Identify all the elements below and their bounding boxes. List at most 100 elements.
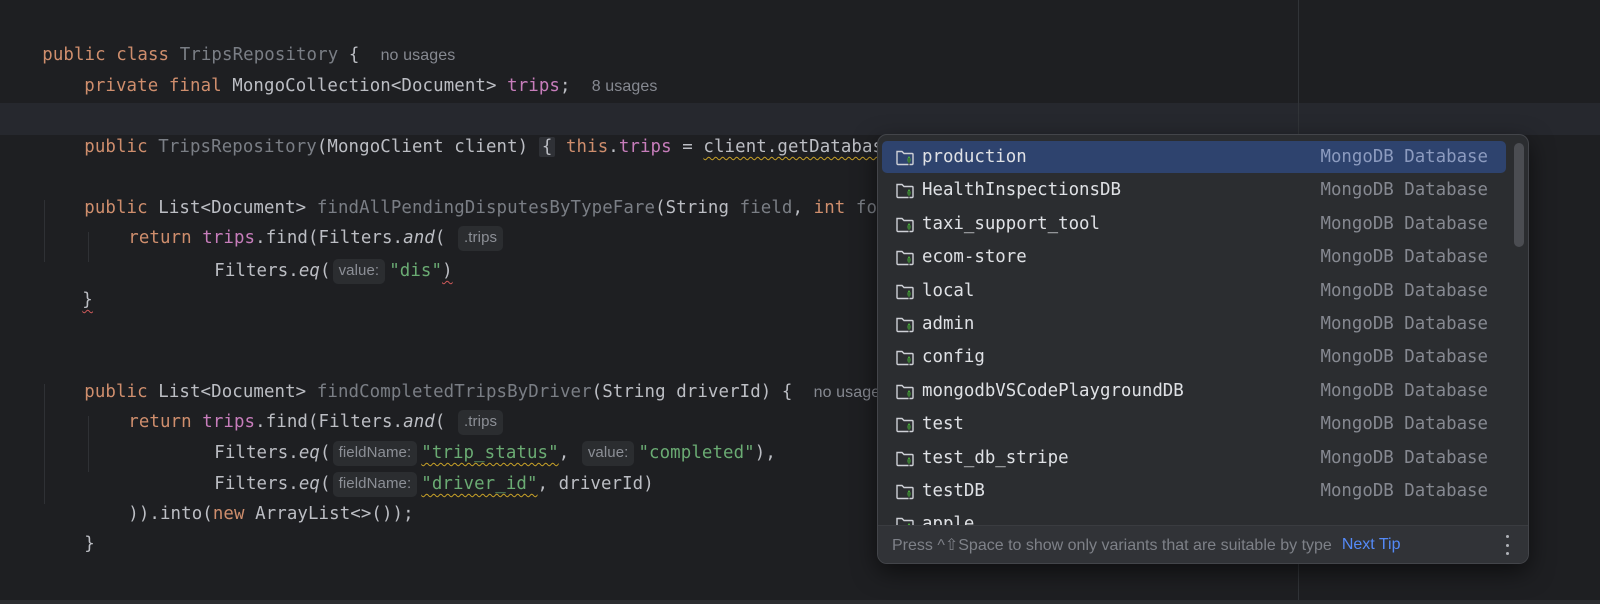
code-line-method2-filter2[interactable]: Filters.eq(fieldName: "driver_id", driver… — [172, 442, 654, 497]
completion-item-name: admin — [922, 314, 975, 334]
mongodb-database-icon — [894, 179, 916, 201]
keyword: new — [212, 504, 245, 524]
next-tip-link[interactable]: Next Tip — [1342, 536, 1401, 554]
usage-hint[interactable]: 8 usages — [592, 78, 658, 95]
completion-item[interactable]: HealthInspectionsDB MongoDB Database — [882, 174, 1506, 206]
completion-tip-text: Press ^⇧Space to show only variants that… — [892, 536, 1332, 554]
error-marker[interactable]: ) — [442, 261, 453, 281]
code-line-method2-into[interactable]: )).into(new ArrayList<>()); — [86, 472, 414, 524]
method-call: client.getDatabase — [703, 137, 894, 157]
keyword: this — [565, 137, 609, 157]
paren: ), — [754, 443, 776, 463]
string-literal: "dis" — [389, 261, 443, 281]
brace: } — [82, 290, 93, 310]
completion-item[interactable]: test_db_stripe MongoDB Database — [882, 442, 1506, 474]
mongodb-database-icon — [894, 146, 916, 168]
parameter-list: (String driverId) { — [591, 382, 793, 402]
string-literal: "completed" — [638, 443, 755, 463]
code-line-method2-close[interactable]: } — [42, 502, 95, 554]
operator: = — [671, 137, 704, 157]
field-name: trips — [618, 137, 672, 157]
static-method: eq — [298, 261, 320, 281]
completion-item[interactable]: mongodbVSCodePlaygroundDB MongoDB Databas… — [882, 375, 1506, 407]
code-line-field-decl[interactable]: private final MongoCollection<Document> … — [42, 44, 657, 96]
keyword: private — [84, 76, 159, 96]
completion-item-name: config — [922, 347, 985, 368]
code-line-constructor[interactable]: public TripsRepository(MongoClient clien… — [42, 105, 1279, 160]
code-line-method2-filter1[interactable]: Filters.eq(fieldName: "trip_status", valu… — [172, 411, 776, 466]
completion-item[interactable]: admin MongoDB Database — [882, 308, 1506, 340]
folded-brace[interactable]: { — [538, 137, 556, 157]
mongodb-database-icon — [894, 313, 916, 335]
completion-item-name: production — [922, 147, 1027, 167]
completion-item-name: test — [922, 414, 964, 435]
completion-scrollbar[interactable] — [1514, 143, 1524, 247]
completion-item[interactable]: production MongoDB Database — [882, 141, 1506, 173]
completion-item-name: test_db_stripe — [922, 447, 1069, 468]
class-ref: Filters. — [214, 261, 299, 281]
completion-item[interactable]: taxi_support_tool MongoDB Database — [882, 208, 1506, 240]
completion-footer: Press ^⇧Space to show only variants that… — [878, 525, 1528, 563]
more-options-icon[interactable] — [1504, 535, 1510, 555]
constructor-call: ArrayList<>()); — [244, 504, 414, 524]
mongodb-database-icon — [894, 413, 916, 435]
completion-item-name: HealthInspectionsDB — [922, 180, 1121, 201]
keyword: final — [168, 76, 222, 96]
completion-item-type: MongoDB Database — [1320, 147, 1488, 167]
keyword: int — [813, 198, 846, 218]
completion-item-name: local — [922, 280, 975, 301]
constructor-name: TripsRepository — [158, 137, 317, 157]
completion-item-type: MongoDB Database — [1320, 280, 1488, 301]
code-completion-popup[interactable]: production MongoDB Database HealthInspecti… — [877, 134, 1529, 564]
brace: } — [84, 534, 95, 554]
mongodb-database-icon — [894, 246, 916, 268]
code-line-method1-signature[interactable]: public List<Document> findAllPendingDisp… — [42, 166, 898, 218]
argument: , driverId) — [537, 474, 654, 494]
completion-item[interactable]: test MongoDB Database — [882, 408, 1506, 440]
parameter-type: (String — [655, 198, 740, 218]
chain-type-hint: .trips — [458, 226, 504, 251]
completion-item-name: ecom-store — [922, 247, 1027, 268]
mongodb-database-icon — [894, 346, 916, 368]
code-line-method2-return[interactable]: return trips.find(Filters.and( .trips — [86, 380, 507, 435]
completion-item-type: MongoDB Database — [1320, 213, 1488, 234]
completion-item-type: MongoDB Database — [1320, 247, 1488, 268]
mongodb-database-icon — [894, 213, 916, 235]
completion-item-type: MongoDB Database — [1320, 380, 1488, 401]
code-line-class-decl[interactable]: public class TripsRepository { no usages — [0, 13, 455, 65]
string-literal: "driver_id" — [421, 474, 538, 494]
code-line-method2-signature[interactable]: public List<Document> findCompletedTrips… — [42, 350, 888, 402]
completion-item-type: MongoDB Database — [1320, 414, 1488, 435]
mongodb-database-icon — [894, 280, 916, 302]
completion-item-name: taxi_support_tool — [922, 213, 1100, 234]
completion-item-name: testDB — [922, 481, 985, 501]
completion-item-type: MongoDB Database — [1320, 180, 1488, 201]
keyword: public — [84, 137, 148, 157]
code-line-method1-close[interactable]: } — [40, 258, 93, 310]
editor-bottom-border — [0, 600, 1600, 604]
completion-item-name: mongodbVSCodePlaygroundDB — [922, 380, 1184, 401]
parameter-list: (MongoClient client) — [316, 137, 529, 157]
mongodb-database-icon — [894, 447, 916, 469]
parameter-name: field — [739, 198, 793, 218]
comma: , — [792, 198, 814, 218]
completion-item-type: MongoDB Database — [1320, 314, 1488, 334]
parameter-inlay-hint: value: — [332, 259, 386, 284]
mongodb-database-icon — [894, 380, 916, 402]
code-line-method1-return[interactable]: return trips.find(Filters.and( .trips — [86, 196, 507, 251]
dot: . — [608, 137, 619, 157]
completion-item-type: MongoDB Database — [1320, 481, 1488, 501]
completion-item[interactable]: config MongoDB Database — [882, 341, 1506, 373]
completion-list[interactable]: production MongoDB Database HealthInspecti… — [878, 141, 1514, 527]
type-name: MongoCollection<Document> — [232, 76, 497, 96]
field-name: trips — [507, 76, 560, 96]
semicolon: ; — [560, 76, 571, 96]
completion-item[interactable]: ecom-store MongoDB Database — [882, 241, 1506, 273]
mongodb-database-icon — [894, 480, 916, 502]
completion-item-type: MongoDB Database — [1320, 347, 1488, 368]
code-line-method1-filter[interactable]: Filters.eq(value: "dis") — [172, 229, 453, 284]
completion-item[interactable]: testDB MongoDB Database — [882, 475, 1506, 507]
completion-item-type: MongoDB Database — [1320, 447, 1488, 468]
method-call: )).into( — [128, 504, 213, 524]
completion-item[interactable]: local MongoDB Database — [882, 275, 1506, 307]
